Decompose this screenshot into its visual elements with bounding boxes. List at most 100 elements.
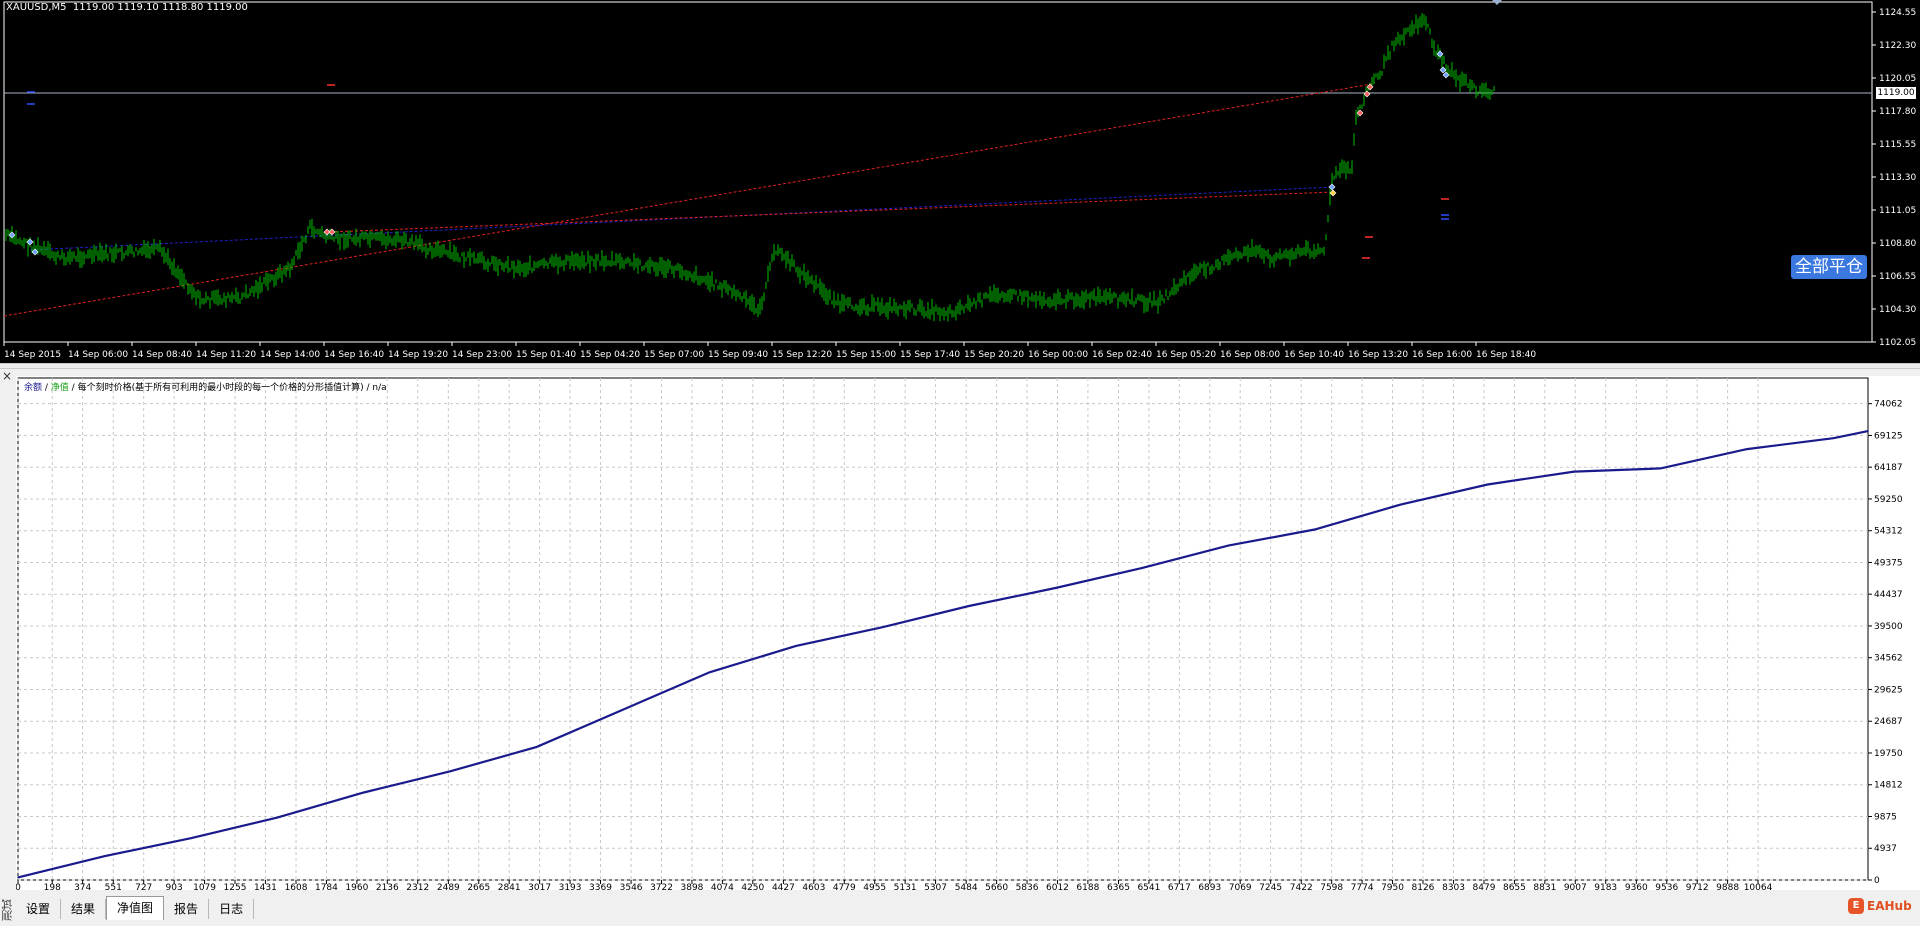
equity-x-label: 5307 <box>924 883 947 890</box>
equity-x-label: 3898 <box>681 883 704 890</box>
price-axis-label: 1120.05 <box>1879 74 1916 84</box>
time-axis-label: 14 Sep 06:00 <box>68 350 128 360</box>
equity-x-label: 6012 <box>1046 883 1069 890</box>
close-all-button[interactable]: 全部平仓 <box>1791 255 1867 279</box>
equity-x-label: 4427 <box>772 883 795 890</box>
equity-point <box>622 708 624 711</box>
current-price-label: 1119.00 <box>1876 87 1916 99</box>
equity-x-label: 2489 <box>437 883 460 890</box>
equity-x-label: 3017 <box>528 883 551 890</box>
equity-x-label: 727 <box>135 883 152 890</box>
time-axis-label: 16 Sep 10:40 <box>1284 350 1344 360</box>
equity-x-label: 1960 <box>345 883 368 890</box>
trade-marker-icon <box>1329 189 1337 197</box>
chart-symbol-header: XAUUSD,M5 1119.00 1119.10 1118.80 1119.0… <box>6 2 248 13</box>
equity-y-label: 39500 <box>1874 622 1903 632</box>
time-axis-label: 14 Sep 08:40 <box>132 350 192 360</box>
equity-x-label: 3193 <box>559 883 582 890</box>
equity-y-label: 49375 <box>1874 558 1903 568</box>
equity-y-label: 29625 <box>1874 685 1903 695</box>
equity-y-label: 64187 <box>1874 463 1903 473</box>
close-icon[interactable]: × <box>1 370 13 382</box>
equity-x-label: 5660 <box>985 883 1008 890</box>
equity-frame <box>17 377 1869 881</box>
equity-x-label: 5484 <box>955 883 978 890</box>
trade-marker-icon <box>1439 66 1447 74</box>
equity-x-label: 3722 <box>650 883 673 890</box>
equity-point <box>881 626 884 629</box>
time-axis-label: 16 Sep 13:20 <box>1348 350 1408 360</box>
equity-x-label: 5836 <box>1016 883 1039 890</box>
equity-x-label: 2312 <box>406 883 429 890</box>
tab-settings[interactable]: 设置 <box>16 899 62 919</box>
time-axis-label: 14 Sep 19:20 <box>388 350 448 360</box>
equity-x-label: 8303 <box>1442 883 1465 890</box>
equity-point <box>968 605 970 607</box>
legend-separator: / <box>68 383 78 393</box>
watermark-text: EAHub <box>1867 899 1912 913</box>
time-axis-label: 15 Sep 01:40 <box>516 350 576 360</box>
equity-point <box>535 746 538 748</box>
price-axis-label: 1117.80 <box>1879 107 1916 117</box>
time-axis-label: 16 Sep 00:00 <box>1028 350 1088 360</box>
equity-point <box>1400 503 1402 506</box>
equity-x-label: 0 <box>16 883 21 890</box>
time-axis-label: 15 Sep 20:20 <box>964 350 1024 360</box>
equity-point <box>276 816 279 819</box>
equity-y-label: 54312 <box>1874 527 1903 537</box>
equity-y-label: 69125 <box>1874 431 1903 441</box>
trade-line <box>3 83 1373 317</box>
equity-x-label: 7598 <box>1320 883 1343 890</box>
time-axis-label: 15 Sep 15:00 <box>836 350 896 360</box>
equity-x-label: 2841 <box>498 883 521 890</box>
price-axis-label: 1113.30 <box>1879 173 1916 183</box>
equity-x-label: 7774 <box>1351 883 1374 890</box>
equity-y-label: 19750 <box>1874 749 1903 759</box>
equity-point <box>795 645 797 647</box>
eahub-logo-icon: E <box>1848 898 1864 914</box>
equity-point <box>1832 437 1835 439</box>
equity-x-label: 1608 <box>285 883 308 890</box>
price-chart-canvas[interactable]: 1124.55 1122.30 1120.05 1117.80 1115.55 1113.… <box>0 0 1920 363</box>
equity-x-label: 8479 <box>1473 883 1496 890</box>
equity-point <box>1141 567 1143 569</box>
equity-x-label: 1255 <box>224 883 247 890</box>
legend-balance: 余额 <box>24 383 43 393</box>
equity-x-label: 6188 <box>1076 883 1099 890</box>
legend-model: 每个刻时价格(基于所有可利用的最小时段的每一个价格的分形插值计算) <box>77 383 364 393</box>
equity-x-label: 1079 <box>193 883 216 890</box>
equity-point <box>1313 528 1316 531</box>
equity-graph-canvas: 74062 69125 64187 59250 54312 49375 44437 39500… <box>16 377 1903 890</box>
time-axis-label: 14 Sep 11:20 <box>196 350 256 360</box>
trade-line <box>29 186 1334 251</box>
equity-legend: 余额 / 净值 / 每个刻时价格(基于所有可利用的最小时段的每一个价格的分形插值… <box>24 380 387 393</box>
equity-point <box>1867 430 1869 432</box>
equity-point <box>362 791 365 794</box>
equity-x-label: 4074 <box>711 883 734 890</box>
equity-point <box>17 876 19 879</box>
equity-x-label: 10064 <box>1744 883 1773 890</box>
tab-equity-graph[interactable]: 净值图 <box>106 896 165 920</box>
price-axis-label: 1102.05 <box>1879 338 1916 348</box>
equity-x-label: 8655 <box>1503 883 1526 890</box>
equity-x-label: 6893 <box>1198 883 1221 890</box>
equity-x-label: 9183 <box>1594 883 1617 890</box>
equity-x-label: 9360 <box>1625 883 1648 890</box>
equity-x-label: 3546 <box>620 883 643 890</box>
equity-y-label: 9875 <box>1874 812 1897 822</box>
panel-side-label: 测试 <box>1 899 14 921</box>
equity-x-label: 374 <box>74 883 91 890</box>
time-axis-label: 14 Sep 14:00 <box>260 350 320 360</box>
tester-tab-bar: 设置 结果 净值图 报告 日志 <box>16 896 255 920</box>
tab-results[interactable]: 结果 <box>61 899 107 919</box>
tab-journal[interactable]: 日志 <box>209 899 255 919</box>
price-axis-label: 1111.05 <box>1879 206 1916 216</box>
time-axis-label: 15 Sep 07:00 <box>644 350 704 360</box>
equity-point <box>708 671 711 674</box>
time-axis-label: 15 Sep 17:40 <box>900 350 960 360</box>
tab-report[interactable]: 报告 <box>164 899 210 919</box>
equity-x-label: 7422 <box>1290 883 1313 890</box>
equity-x-label: 2665 <box>467 883 490 890</box>
price-chart[interactable]: 1124.55 1122.30 1120.05 1117.80 1115.55 1113.… <box>0 0 1920 363</box>
time-axis-label: 16 Sep 05:20 <box>1156 350 1216 360</box>
